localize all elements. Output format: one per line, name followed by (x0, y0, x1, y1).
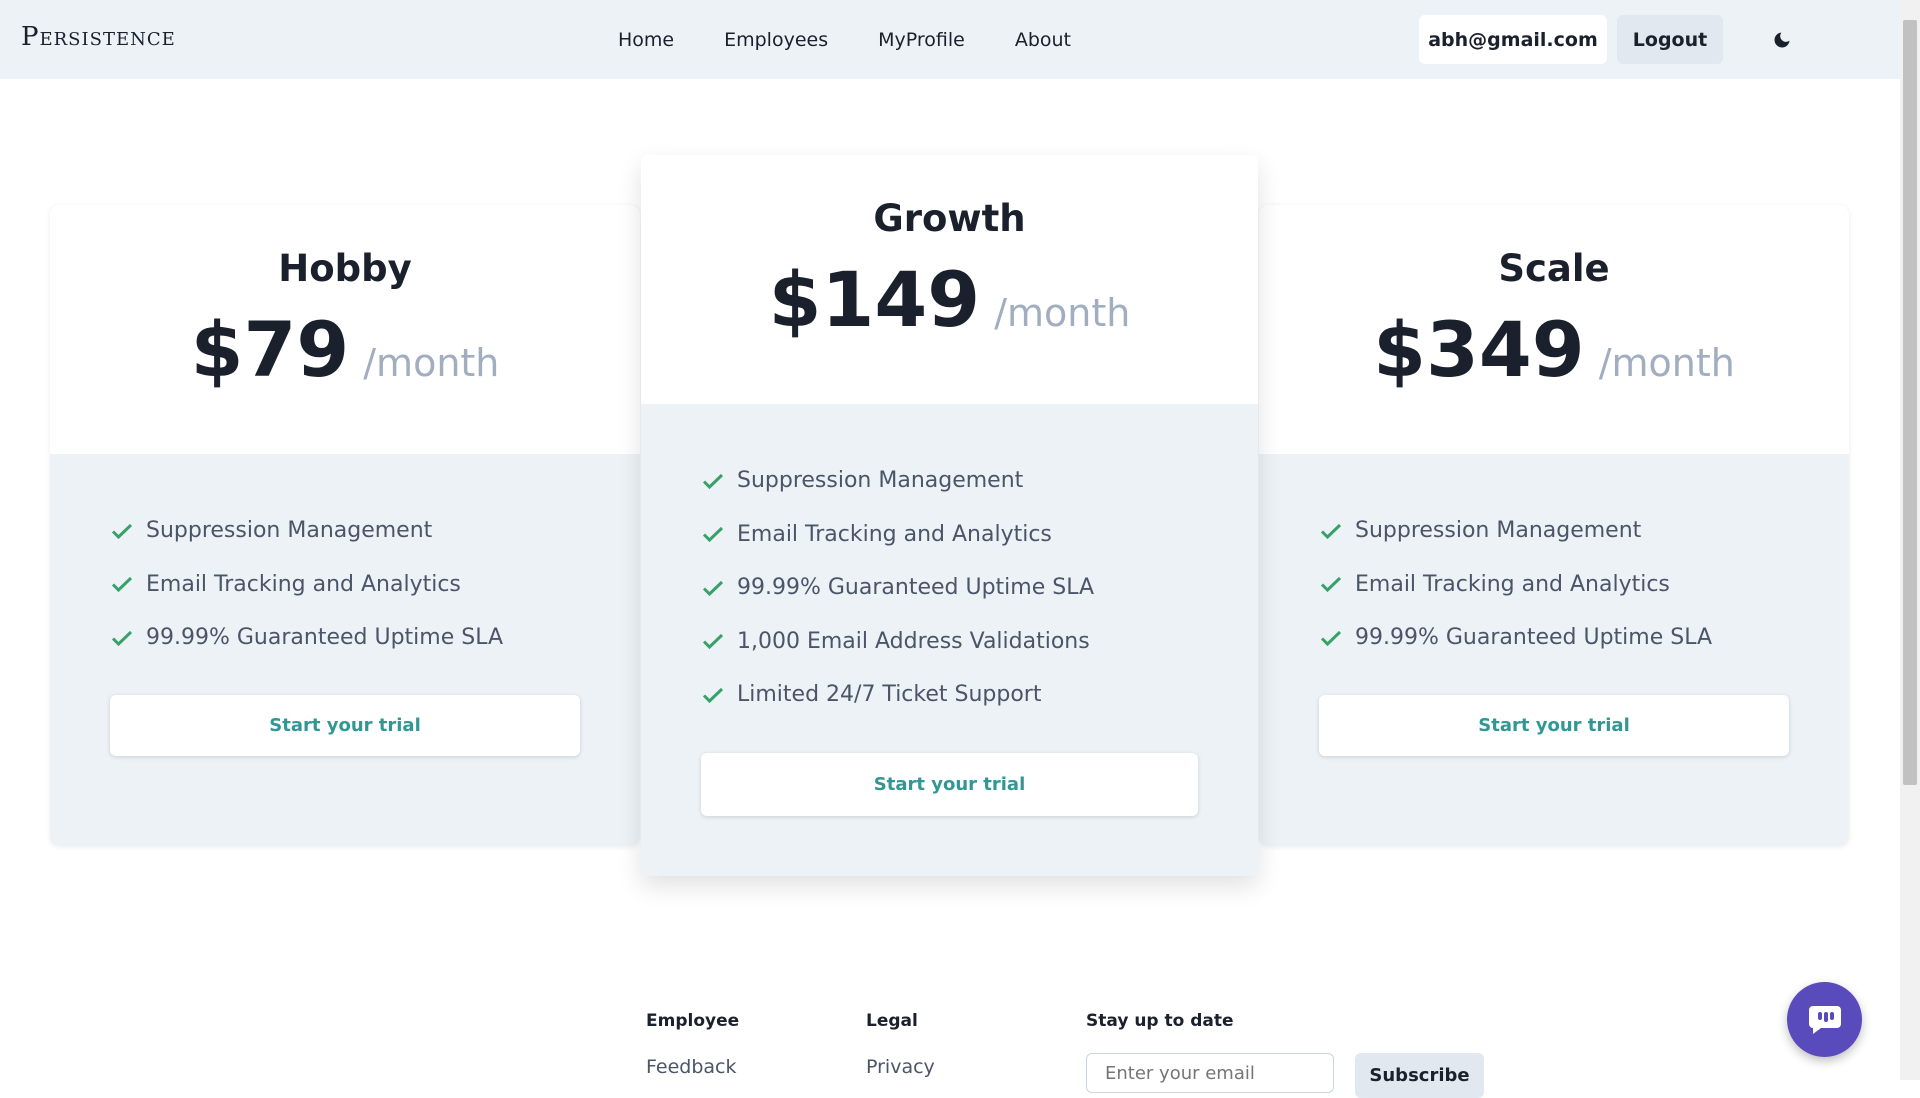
list-item: Email Tracking and Analytics (1319, 558, 1712, 612)
footer-heading-legal: Legal (866, 1011, 918, 1031)
logout-button[interactable]: Logout (1617, 15, 1723, 64)
subscribe-button[interactable]: Subscribe (1355, 1053, 1484, 1098)
feature-text: Email Tracking and Analytics (146, 571, 461, 597)
brand-logo[interactable]: Persistence (21, 22, 176, 52)
plan-price: $79 (190, 305, 350, 394)
list-item: Email Tracking and Analytics (701, 508, 1094, 562)
feature-text: Suppression Management (1355, 518, 1642, 544)
list-item: 99.99% Guaranteed Uptime SLA (701, 561, 1094, 615)
check-icon (1320, 523, 1342, 539)
feature-text: 99.99% Guaranteed Uptime SLA (1355, 625, 1713, 651)
plan-card-header: Hobby $79 /month (50, 205, 640, 454)
start-trial-button-scale[interactable]: Start your trial (1319, 695, 1789, 756)
chat-widget-button[interactable] (1787, 982, 1862, 1057)
footer-link-privacy[interactable]: Privacy (866, 1056, 935, 1078)
list-item: Suppression Management (1319, 504, 1712, 558)
price-row: $79 /month (50, 305, 640, 394)
check-icon (1320, 630, 1342, 646)
list-item: Email Tracking and Analytics (110, 558, 503, 612)
footer-heading-employee: Employee (646, 1011, 740, 1031)
nav-links: Home Employees MyProfile About (618, 29, 1121, 51)
feature-text: 1,000 Email Address Validations (737, 628, 1090, 654)
start-trial-button-hobby[interactable]: Start your trial (110, 695, 580, 756)
check-icon (702, 634, 724, 650)
user-email-button[interactable]: abh@gmail.com (1419, 15, 1607, 64)
nav-link-home[interactable]: Home (618, 29, 674, 51)
scrollbar-thumb[interactable] (1903, 20, 1917, 785)
feature-list: Suppression Management Email Tracking an… (701, 454, 1094, 722)
feature-list: Suppression Management Email Tracking an… (1319, 504, 1712, 665)
check-icon (702, 687, 724, 703)
theme-toggle-button[interactable] (1756, 15, 1808, 64)
feature-text: Limited 24/7 Ticket Support (737, 682, 1042, 708)
chat-bubble-icon (1808, 1005, 1841, 1034)
plan-period: /month (363, 341, 500, 385)
check-icon (702, 473, 724, 489)
list-item: 99.99% Guaranteed Uptime SLA (1319, 611, 1712, 665)
list-item: 1,000 Email Address Validations (701, 615, 1094, 669)
feature-list: Suppression Management Email Tracking an… (110, 504, 503, 665)
feature-text: Suppression Management (737, 468, 1024, 494)
plan-card-hobby: Hobby $79 /month Suppression Management … (50, 205, 640, 846)
start-trial-button-growth[interactable]: Start your trial (701, 753, 1198, 816)
feature-text: 99.99% Guaranteed Uptime SLA (737, 575, 1095, 601)
plan-card-scale: Scale $349 /month Suppression Management… (1259, 205, 1849, 846)
footer-heading-newsletter: Stay up to date (1086, 1011, 1234, 1031)
plan-name: Scale (1498, 247, 1610, 290)
nav-link-about[interactable]: About (1015, 29, 1071, 51)
feature-text: Suppression Management (146, 518, 433, 544)
plan-name: Growth (873, 197, 1026, 240)
plan-card-growth: Growth $149 /month Suppression Managemen… (641, 155, 1258, 876)
top-navbar: Persistence Home Employees MyProfile Abo… (0, 0, 1900, 79)
plan-card-header: Scale $349 /month (1259, 205, 1849, 454)
feature-text: Email Tracking and Analytics (1355, 571, 1670, 597)
feature-text: Email Tracking and Analytics (737, 521, 1052, 547)
price-row: $149 /month (641, 255, 1258, 344)
check-icon (111, 577, 133, 593)
check-icon (702, 527, 724, 543)
check-icon (111, 523, 133, 539)
check-icon (111, 630, 133, 646)
list-item: Suppression Management (110, 504, 503, 558)
newsletter-email-input[interactable] (1086, 1053, 1334, 1093)
footer-link-feedback[interactable]: Feedback (646, 1056, 736, 1078)
plan-name: Hobby (278, 247, 412, 290)
moon-icon (1774, 32, 1790, 47)
price-row: $349 /month (1259, 305, 1849, 394)
list-item: Suppression Management (701, 454, 1094, 508)
nav-link-myprofile[interactable]: MyProfile (878, 29, 965, 51)
plan-price: $349 (1373, 305, 1585, 394)
check-icon (1320, 577, 1342, 593)
list-item: Limited 24/7 Ticket Support (701, 668, 1094, 722)
plan-card-header: Growth $149 /month (641, 155, 1258, 404)
plan-period: /month (994, 291, 1131, 335)
plan-price: $149 (768, 255, 981, 344)
check-icon (702, 580, 724, 596)
list-item: 99.99% Guaranteed Uptime SLA (110, 611, 503, 665)
feature-text: 99.99% Guaranteed Uptime SLA (146, 625, 504, 651)
nav-link-employees[interactable]: Employees (724, 29, 828, 51)
plan-period: /month (1598, 341, 1735, 385)
